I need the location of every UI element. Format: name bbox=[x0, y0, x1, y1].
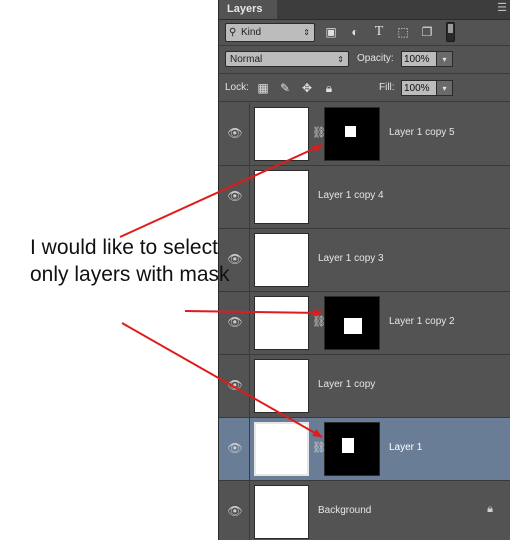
layer-row[interactable]: 👁︎ ⛓︎ Layer 1 copy 5 bbox=[219, 103, 510, 166]
layer-thumbnail[interactable] bbox=[254, 485, 309, 539]
fill-dropdown-button[interactable]: ▾ bbox=[437, 80, 453, 96]
link-chain-icon[interactable]: ⛓︎ bbox=[312, 441, 326, 455]
layer-thumbnail[interactable] bbox=[254, 359, 309, 413]
opacity-input[interactable]: 100% bbox=[401, 51, 437, 67]
fill-input[interactable]: 100% bbox=[401, 80, 437, 96]
eye-icon[interactable]: 👁︎ bbox=[227, 188, 243, 204]
layer-name[interactable]: Layer 1 copy 5 bbox=[389, 126, 455, 140]
adjustment-filter-icon[interactable]: ◐ bbox=[347, 24, 363, 40]
layers-panel: Layers ☰ ⚲ Kind ⇕ ▣ ◐ T ⬚ ❐ Normal ⇕ Opa… bbox=[218, 0, 510, 540]
layer-name[interactable]: Layer 1 copy bbox=[318, 378, 375, 392]
divider bbox=[249, 292, 250, 354]
layer-row[interactable]: 👁︎ Background 🔒︎ bbox=[219, 481, 510, 540]
search-icon: ⚲ bbox=[229, 27, 237, 38]
smart-object-filter-icon[interactable]: ❐ bbox=[419, 24, 435, 40]
layer-mask-thumbnail[interactable] bbox=[324, 422, 380, 476]
lock-transparent-pixels-icon[interactable]: ▦ bbox=[255, 80, 271, 96]
layer-row[interactable]: 👁︎ Layer 1 copy 3 bbox=[219, 229, 510, 292]
filter-row: ⚲ Kind ⇕ ▣ ◐ T ⬚ ❐ bbox=[219, 20, 510, 44]
layers-list: 👁︎ ⛓︎ Layer 1 copy 5 👁︎ Layer 1 copy 4 👁… bbox=[219, 103, 510, 540]
layer-name[interactable]: Layer 1 copy 3 bbox=[318, 252, 384, 266]
lock-label: Lock: bbox=[225, 82, 249, 93]
layer-thumbnail[interactable] bbox=[254, 107, 309, 161]
lock-image-pixels-icon[interactable]: ✎ bbox=[277, 80, 293, 96]
lock-icon: 🔒︎ bbox=[487, 503, 493, 515]
layer-mask-thumbnail[interactable] bbox=[324, 107, 380, 161]
layer-mask-thumbnail[interactable] bbox=[324, 296, 380, 350]
layer-row[interactable]: 👁︎ ⛓︎ Layer 1 copy 2 bbox=[219, 292, 510, 355]
divider bbox=[249, 229, 250, 291]
layer-name[interactable]: Layer 1 copy 4 bbox=[318, 189, 384, 203]
mask-white-square bbox=[344, 318, 362, 334]
layer-name[interactable]: Layer 1 bbox=[389, 441, 422, 455]
filter-kind-select[interactable]: ⚲ Kind ⇕ bbox=[225, 23, 315, 42]
eye-icon[interactable]: 👁︎ bbox=[227, 440, 243, 456]
eye-icon[interactable]: 👁︎ bbox=[227, 503, 243, 519]
blend-mode-select[interactable]: Normal ⇕ bbox=[225, 51, 349, 67]
chevron-updown-icon: ⇕ bbox=[337, 55, 344, 64]
type-filter-icon[interactable]: T bbox=[371, 24, 387, 40]
lock-position-icon[interactable]: ✥ bbox=[299, 80, 315, 96]
tab-layers[interactable]: Layers bbox=[219, 0, 277, 19]
blend-row: Normal ⇕ Opacity: 100% ▾ bbox=[219, 48, 510, 72]
kind-label: Kind bbox=[241, 27, 262, 38]
layer-thumbnail[interactable] bbox=[254, 422, 309, 476]
fill-label: Fill: bbox=[379, 82, 395, 93]
layer-row-selected[interactable]: 👁︎ ⛓︎ Layer 1 bbox=[219, 418, 510, 481]
chevron-updown-icon: ⇕ bbox=[303, 28, 310, 37]
eye-icon[interactable]: 👁︎ bbox=[227, 314, 243, 330]
divider bbox=[249, 355, 250, 417]
divider bbox=[219, 73, 510, 74]
eye-icon[interactable]: 👁︎ bbox=[227, 377, 243, 393]
divider bbox=[219, 45, 510, 46]
mask-white-square bbox=[345, 126, 356, 137]
blend-mode-value: Normal bbox=[230, 54, 263, 65]
layer-thumbnail[interactable] bbox=[254, 296, 309, 350]
lock-all-icon[interactable]: 🔒︎ bbox=[321, 80, 337, 96]
layer-thumbnail[interactable] bbox=[254, 170, 309, 224]
opacity-label: Opacity: bbox=[357, 53, 394, 64]
divider bbox=[249, 418, 250, 480]
lock-row: Lock: ▦ ✎ ✥ 🔒︎ Fill: 100% ▾ bbox=[219, 76, 510, 100]
layer-thumbnail[interactable] bbox=[254, 233, 309, 287]
layer-row[interactable]: 👁︎ Layer 1 copy 4 bbox=[219, 166, 510, 229]
eye-icon[interactable]: 👁︎ bbox=[227, 125, 243, 141]
layer-name[interactable]: Layer 1 copy 2 bbox=[389, 315, 455, 329]
shape-filter-icon[interactable]: ⬚ bbox=[395, 24, 411, 40]
filter-toggle-switch[interactable] bbox=[446, 22, 455, 42]
panel-tab-bar: Layers ☰ bbox=[219, 0, 510, 20]
mask-white-square bbox=[342, 438, 354, 453]
image-filter-icon[interactable]: ▣ bbox=[323, 24, 339, 40]
annotation-text: I would like to select only layers with … bbox=[30, 236, 230, 286]
link-chain-icon[interactable]: ⛓︎ bbox=[312, 126, 326, 140]
divider bbox=[219, 101, 510, 102]
divider bbox=[249, 481, 250, 540]
layer-row[interactable]: 👁︎ Layer 1 copy bbox=[219, 355, 510, 418]
opacity-dropdown-button[interactable]: ▾ bbox=[437, 51, 453, 67]
divider bbox=[249, 166, 250, 228]
link-chain-icon[interactable]: ⛓︎ bbox=[312, 315, 326, 329]
divider bbox=[249, 103, 250, 165]
layer-name[interactable]: Background bbox=[318, 504, 371, 518]
panel-menu-icon[interactable]: ☰ bbox=[497, 1, 507, 14]
